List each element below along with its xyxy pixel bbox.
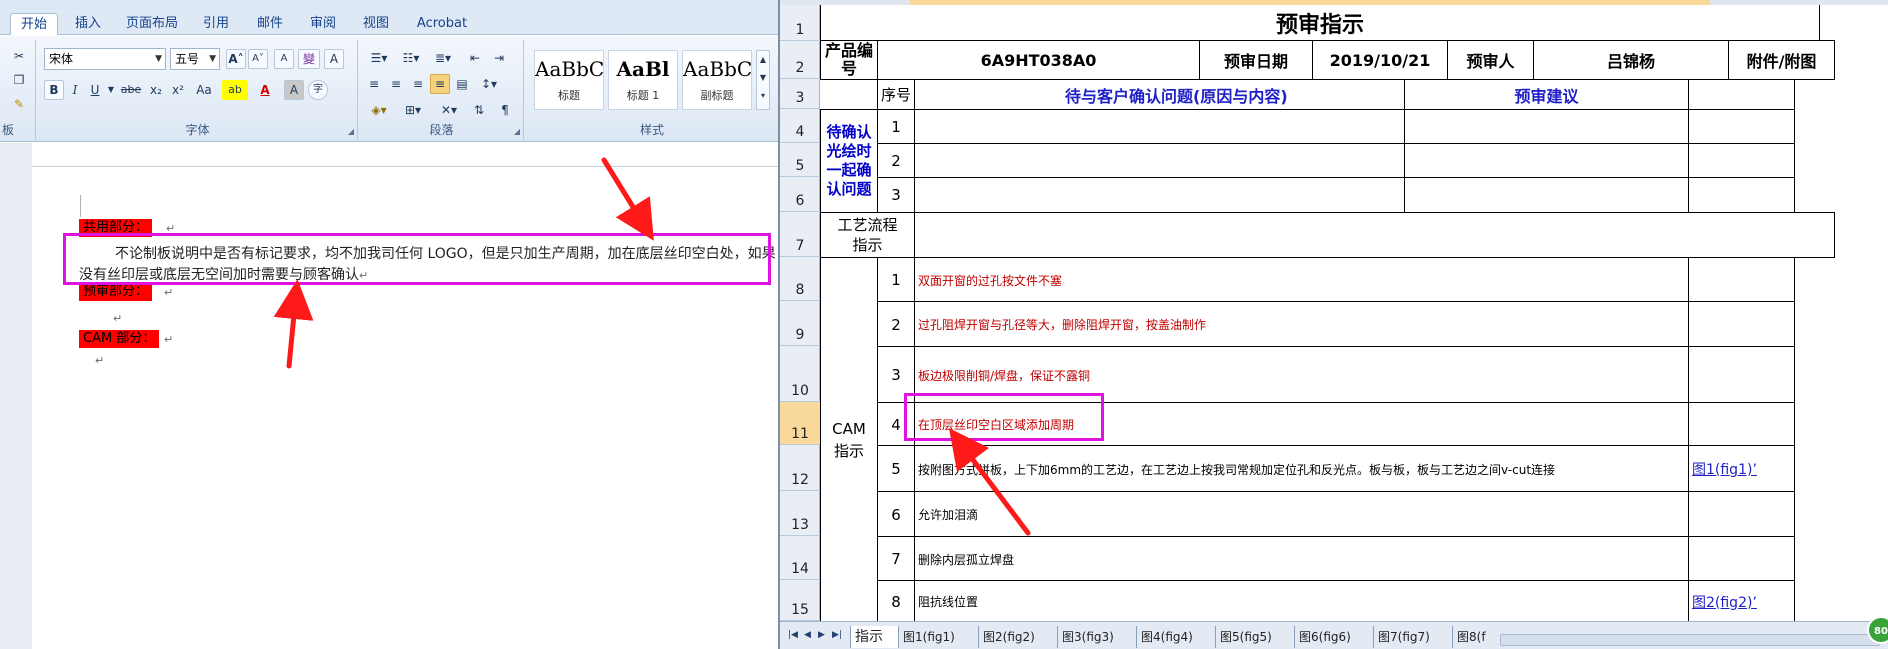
arrow-to-paragraph-bottom xyxy=(273,279,314,369)
annotation-arrows xyxy=(273,157,1031,536)
arrow-to-cam-row-4 xyxy=(948,428,1031,536)
arrow-to-paragraph-top xyxy=(601,157,654,241)
